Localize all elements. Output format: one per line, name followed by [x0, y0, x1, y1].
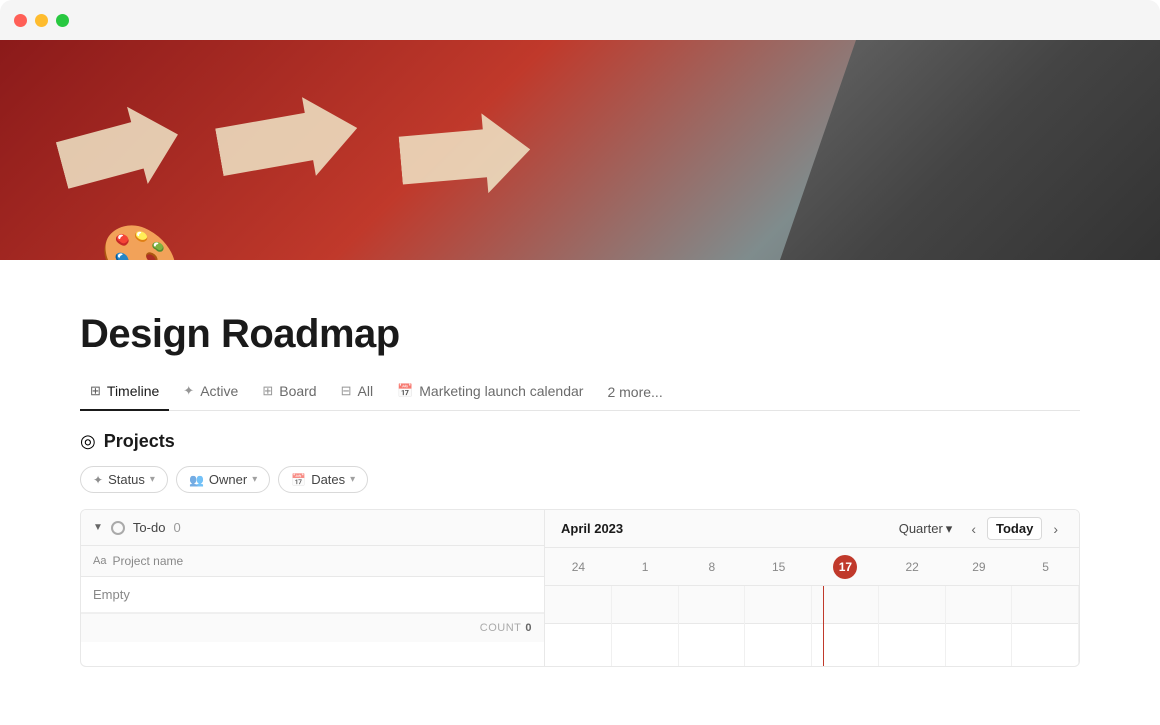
collapse-arrow-icon[interactable]: ▼ — [93, 522, 103, 533]
group-count: 0 — [173, 520, 180, 535]
date-5: 5 — [1042, 560, 1049, 574]
timeline-next-button[interactable]: › — [1048, 518, 1063, 540]
date-22: 22 — [905, 560, 918, 574]
timeline-body — [545, 586, 1079, 666]
group-label: To-do — [133, 520, 166, 535]
date-29: 29 — [972, 560, 985, 574]
projects-icon: ◎ — [80, 431, 96, 452]
tab-active-label: Active — [200, 383, 238, 399]
date-15: 15 — [772, 560, 785, 574]
empty-row-label: Empty — [93, 587, 130, 602]
grid-col-3 — [679, 586, 746, 666]
date-col-22: 22 — [879, 560, 946, 574]
filter-owner-label: Owner — [209, 472, 247, 487]
section-title: Projects — [104, 431, 175, 452]
today-button[interactable]: Today — [987, 517, 1042, 540]
status-chevron-icon: ▾ — [150, 474, 155, 485]
date-col-17: 17 — [812, 555, 879, 579]
page-title: Design Roadmap — [80, 312, 1080, 357]
date-columns: 24 1 8 15 17 22 — [545, 548, 1079, 586]
marketing-tab-icon: 📅 — [397, 383, 413, 399]
grid-col-1 — [545, 586, 612, 666]
maximize-button[interactable] — [56, 14, 69, 27]
date-24: 24 — [572, 560, 585, 574]
main-content: Design Roadmap ⊞ Timeline ✦ Active ⊞ Boa… — [0, 260, 1160, 667]
table-container: ▼ To-do 0 Aa Project name Empty COUNT — [80, 509, 1080, 667]
filter-dates-label: Dates — [311, 472, 345, 487]
date-col-5: 5 — [1012, 560, 1079, 574]
column-header: Aa Project name — [81, 546, 544, 577]
date-col-29: 29 — [946, 560, 1013, 574]
date-col-24: 24 — [545, 560, 612, 574]
filter-owner-button[interactable]: 👥 Owner ▾ — [176, 466, 270, 493]
count-label: COUNT — [480, 622, 522, 634]
quarter-chevron-icon: ▾ — [946, 521, 953, 537]
tab-all-label: All — [358, 383, 374, 399]
titlebar — [0, 0, 1160, 40]
grid-col-2 — [612, 586, 679, 666]
tab-timeline[interactable]: ⊞ Timeline — [80, 373, 169, 411]
table-row: Empty — [81, 577, 544, 613]
filter-row: ✦ Status ▾ 👥 Owner ▾ 📅 Dates ▾ — [80, 466, 1080, 493]
grid-col-8 — [1012, 586, 1079, 666]
all-tab-icon: ⊟ — [341, 383, 352, 399]
close-button[interactable] — [14, 14, 27, 27]
tabs-row: ⊞ Timeline ✦ Active ⊞ Board ⊟ All 📅 Mark… — [80, 373, 1080, 411]
timeline-prev-button[interactable]: ‹ — [966, 518, 981, 540]
board-tab-icon: ⊞ — [262, 383, 273, 399]
grid-col-4 — [745, 586, 812, 666]
tab-marketing-label: Marketing launch calendar — [419, 383, 583, 399]
hero-banner: 🎨 — [0, 40, 1160, 260]
page-emoji: 🎨 — [100, 226, 180, 260]
projects-section: ◎ Projects ✦ Status ▾ 👥 Owner ▾ 📅 Dates … — [80, 431, 1080, 667]
date-1: 1 — [642, 560, 649, 574]
filter-status-button[interactable]: ✦ Status ▾ — [80, 466, 168, 493]
section-header: ◎ Projects — [80, 431, 1080, 452]
timeline-tab-icon: ⊞ — [90, 383, 101, 399]
status-filter-icon: ✦ — [93, 473, 103, 487]
timeline-panel: April 2023 Quarter ▾ ‹ Today › 24 — [545, 510, 1079, 666]
grid-col-7 — [946, 586, 1013, 666]
owner-filter-icon: 👥 — [189, 473, 204, 487]
arrow-2 — [212, 89, 364, 192]
arrow-3 — [397, 109, 533, 200]
active-tab-icon: ✦ — [183, 383, 194, 399]
tab-all[interactable]: ⊟ All — [331, 373, 383, 411]
grid-lines — [545, 586, 1079, 666]
today-line — [823, 586, 825, 666]
dates-filter-icon: 📅 — [291, 473, 306, 487]
timeline-controls: Quarter ▾ ‹ Today › — [891, 517, 1063, 540]
group-header: ▼ To-do 0 — [81, 510, 544, 546]
dates-chevron-icon: ▾ — [350, 474, 355, 485]
tab-more[interactable]: 2 more... — [597, 374, 672, 410]
minimize-button[interactable] — [35, 14, 48, 27]
timeline-header: April 2023 Quarter ▾ ‹ Today › — [545, 510, 1079, 548]
todo-status-circle — [111, 521, 125, 535]
tab-active[interactable]: ✦ Active — [173, 373, 248, 411]
date-col-15: 15 — [745, 560, 812, 574]
filter-dates-button[interactable]: 📅 Dates ▾ — [278, 466, 368, 493]
quarter-label: Quarter — [899, 521, 943, 536]
date-col-8: 8 — [679, 560, 746, 574]
filter-status-label: Status — [108, 472, 145, 487]
tab-timeline-label: Timeline — [107, 383, 159, 399]
today-date-circle: 17 — [833, 555, 857, 579]
tab-board-label: Board — [279, 383, 316, 399]
month-label: April 2023 — [561, 521, 623, 536]
date-8: 8 — [709, 560, 716, 574]
owner-chevron-icon: ▾ — [252, 474, 257, 485]
arrow-1 — [52, 96, 189, 204]
col-header-icon: Aa — [93, 555, 106, 567]
grid-col-6 — [879, 586, 946, 666]
count-row: COUNT 0 — [81, 613, 544, 642]
count-value: 0 — [525, 622, 532, 634]
col-header-label: Project name — [112, 554, 183, 568]
tab-marketing[interactable]: 📅 Marketing launch calendar — [387, 373, 593, 411]
table-left: ▼ To-do 0 Aa Project name Empty COUNT — [81, 510, 545, 666]
date-col-1: 1 — [612, 560, 679, 574]
quarter-button[interactable]: Quarter ▾ — [891, 518, 961, 540]
title-section: Design Roadmap — [80, 260, 1080, 373]
tab-board[interactable]: ⊞ Board — [252, 373, 326, 411]
